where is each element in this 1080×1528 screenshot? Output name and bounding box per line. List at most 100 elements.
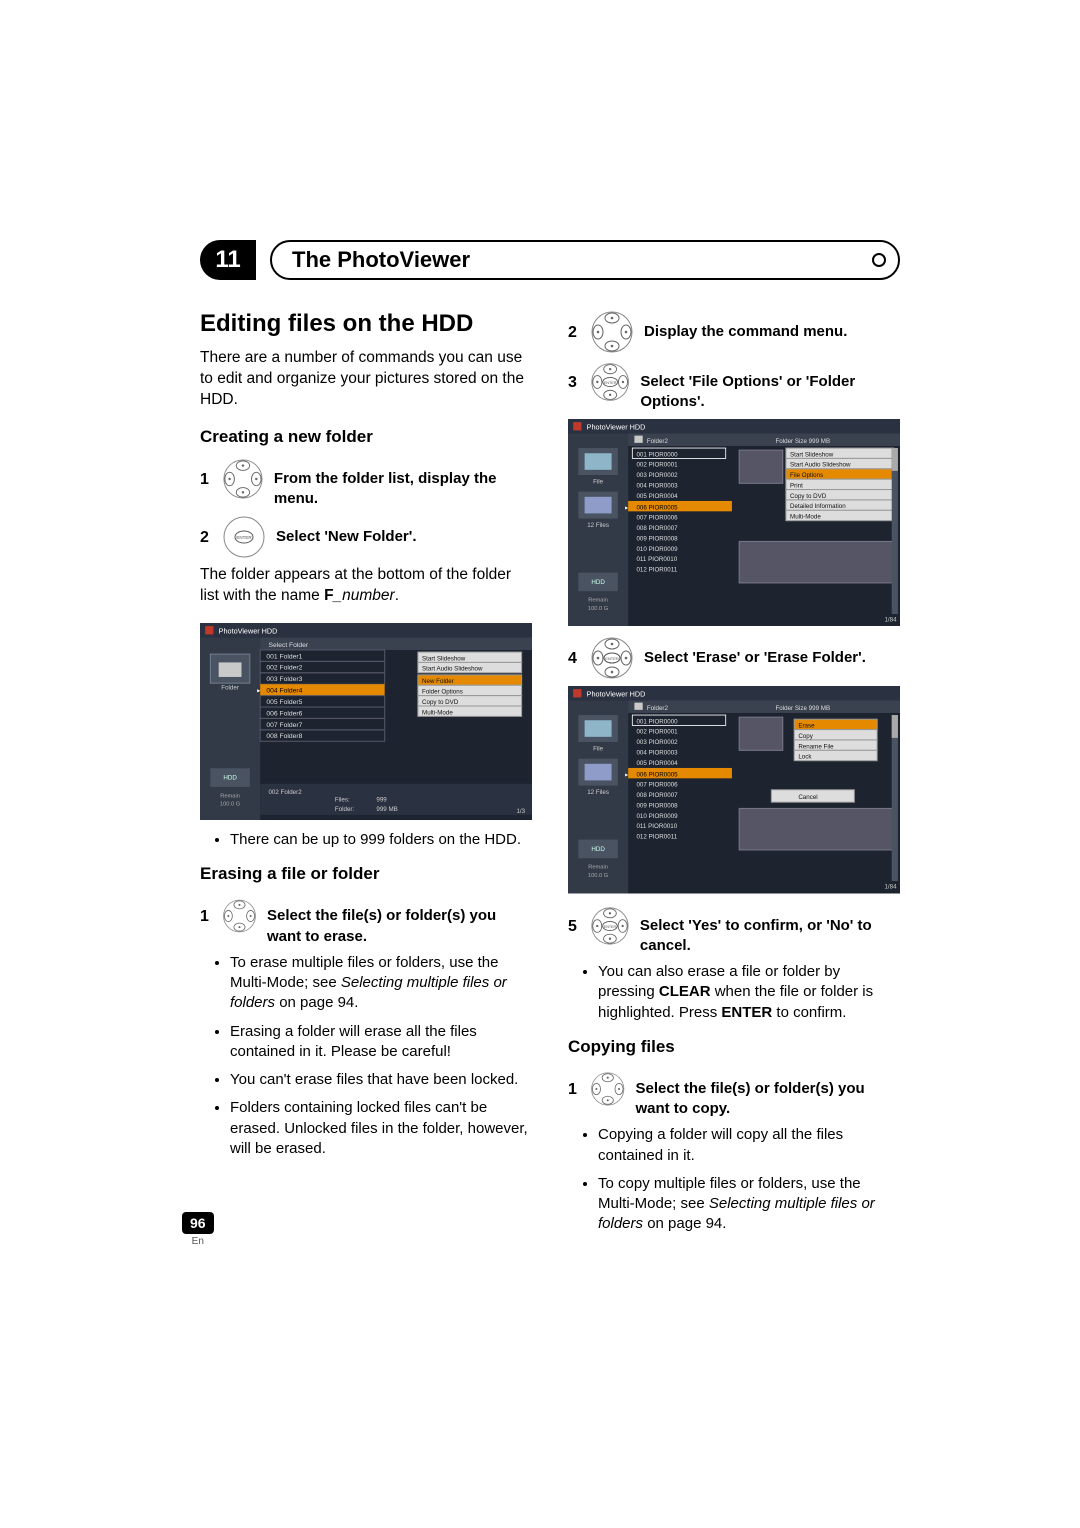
- erase-step-4: 4 ENTER Select 'Erase' or 'Erase Folder'…: [568, 636, 900, 680]
- list-item: Copying a folder will copy all the files…: [598, 1125, 900, 1166]
- svg-text:002 Folder2: 002 Folder2: [268, 789, 302, 796]
- svg-text:File Options: File Options: [790, 472, 823, 479]
- svg-text:005 PIOR0004: 005 PIOR0004: [636, 492, 678, 499]
- list-item: You can also erase a file or folder by p…: [598, 962, 900, 1023]
- step-text: Select 'New Folder'.: [276, 528, 417, 545]
- copy-step-1: 1 Select the file(s) or folder(s) you wa…: [568, 1067, 900, 1120]
- step-text: Select 'Yes' to confirm, or 'No' to canc…: [640, 917, 872, 954]
- svg-text:001 Folder1: 001 Folder1: [266, 653, 302, 660]
- svg-text:011 PIOR0010: 011 PIOR0010: [636, 556, 677, 563]
- svg-text:003 PIOR0002: 003 PIOR0002: [636, 472, 678, 479]
- svg-text:008 PIOR0007: 008 PIOR0007: [636, 525, 678, 532]
- svg-text:Start Slideshow: Start Slideshow: [422, 655, 466, 662]
- list-item: You can't erase files that have been loc…: [230, 1070, 532, 1090]
- svg-text:100.0 G: 100.0 G: [588, 605, 608, 611]
- svg-text:Select Folder: Select Folder: [268, 642, 308, 649]
- svg-text:001 PIOR0000: 001 PIOR0000: [636, 718, 678, 725]
- copying-heading: Copying files: [568, 1037, 900, 1057]
- chapter-number: 11: [200, 240, 256, 280]
- svg-text:999 MB: 999 MB: [376, 806, 397, 813]
- svg-text:Folder Size 999 MB: Folder Size 999 MB: [776, 705, 831, 712]
- svg-text:Rename File: Rename File: [798, 743, 834, 750]
- svg-text:006 PIOR0005: 006 PIOR0005: [636, 504, 678, 511]
- svg-text:Start Audio Slideshow: Start Audio Slideshow: [790, 461, 851, 468]
- erase-confirm-notes: You can also erase a file or folder by p…: [568, 962, 900, 1023]
- right-column: 2 Display the command menu. 3: [568, 304, 900, 1249]
- screenshot-folder-list: PhotoViewer HDD Folder HDD Remain 100.0 …: [200, 623, 532, 820]
- svg-text:▸: ▸: [257, 688, 261, 695]
- dpad-enter-icon: ENTER: [590, 360, 630, 404]
- svg-text:005 PIOR0004: 005 PIOR0004: [636, 760, 678, 767]
- svg-text:PhotoViewer HDD: PhotoViewer HDD: [219, 626, 278, 635]
- section-title: Editing files on the HDD: [200, 310, 532, 338]
- erase-step-5: 5 ENTER Select 'Yes' to confirm, or 'No'…: [568, 904, 900, 957]
- svg-text:Detailed Information: Detailed Information: [790, 503, 846, 510]
- step-number: 1: [200, 457, 212, 489]
- svg-text:012 PIOR0011: 012 PIOR0011: [636, 566, 677, 573]
- svg-text:100.0 G: 100.0 G: [220, 802, 240, 808]
- step-text: From the folder list, display the menu.: [274, 470, 497, 507]
- svg-text:009 PIOR0008: 009 PIOR0008: [636, 535, 678, 542]
- left-column: Editing files on the HDD There are a num…: [200, 304, 532, 1249]
- svg-text:Folder:: Folder:: [335, 806, 355, 813]
- svg-text:1/3: 1/3: [516, 808, 525, 815]
- step-number: 1: [200, 894, 212, 926]
- step-number: 5: [568, 904, 580, 936]
- screenshot-file-options: PhotoViewer HDD File 12 Files HDD Remain…: [568, 419, 900, 627]
- chapter-title: The PhotoViewer: [270, 240, 900, 280]
- erase-notes: To erase multiple files or folders, use …: [200, 953, 532, 1159]
- svg-text:Copy to DVD: Copy to DVD: [422, 699, 459, 706]
- copy-notes: Copying a folder will copy all the files…: [568, 1125, 900, 1234]
- svg-text:Cancel: Cancel: [798, 794, 817, 801]
- step-text: Select the file(s) or folder(s) you want…: [267, 907, 496, 944]
- svg-text:Files:: Files:: [335, 797, 350, 804]
- enter-icon: ENTER: [222, 515, 266, 559]
- svg-text:PhotoViewer HDD: PhotoViewer HDD: [587, 689, 646, 698]
- list-item: There can be up to 999 folders on the HD…: [230, 830, 532, 850]
- step-text: Select 'Erase' or 'Erase Folder'.: [644, 649, 866, 666]
- svg-text:Erase: Erase: [798, 723, 815, 730]
- svg-text:1/84: 1/84: [884, 883, 897, 890]
- svg-text:999: 999: [376, 797, 387, 804]
- dpad-enter-icon: ENTER: [590, 636, 634, 680]
- svg-text:Lock: Lock: [798, 754, 812, 761]
- svg-text:File: File: [593, 478, 604, 485]
- svg-text:PhotoViewer HDD: PhotoViewer HDD: [587, 422, 646, 431]
- step-text: Select 'File Options' or 'Folder Options…: [640, 373, 855, 410]
- svg-text:HDD: HDD: [591, 846, 605, 853]
- svg-text:Folder: Folder: [221, 685, 239, 692]
- svg-text:009 PIOR0008: 009 PIOR0008: [636, 802, 678, 809]
- svg-text:002 PIOR0001: 002 PIOR0001: [636, 729, 678, 736]
- dpad-icon: [222, 894, 257, 938]
- svg-text:Multi-Mode: Multi-Mode: [422, 709, 453, 716]
- svg-text:File: File: [593, 745, 604, 752]
- svg-text:002 PIOR0001: 002 PIOR0001: [636, 461, 678, 468]
- svg-text:ENTER: ENTER: [236, 535, 252, 540]
- svg-text:003 Folder3: 003 Folder3: [266, 676, 302, 683]
- svg-text:004 PIOR0003: 004 PIOR0003: [636, 482, 678, 489]
- list-item: Erasing a folder will erase all the file…: [230, 1022, 532, 1063]
- svg-text:Copy to DVD: Copy to DVD: [790, 492, 827, 499]
- svg-text:Copy: Copy: [798, 733, 813, 740]
- svg-text:Print: Print: [790, 482, 803, 489]
- svg-text:Start Audio Slideshow: Start Audio Slideshow: [422, 666, 483, 673]
- erase-step-1: 1 Select the file(s) or folder(s) you wa…: [200, 894, 532, 947]
- svg-text:Folder2: Folder2: [647, 437, 669, 444]
- svg-text:001 PIOR0000: 001 PIOR0000: [636, 451, 678, 458]
- svg-text:▸: ▸: [625, 504, 628, 511]
- list-item: To copy multiple files or folders, use t…: [598, 1174, 900, 1235]
- step-number: 3: [568, 360, 580, 392]
- step-number: 2: [200, 515, 212, 547]
- svg-text:004 Folder4: 004 Folder4: [266, 688, 302, 695]
- page-language: En: [182, 1236, 214, 1247]
- chapter-header: 11 The PhotoViewer: [200, 240, 900, 280]
- step-text: Select the file(s) or folder(s) you want…: [635, 1080, 864, 1117]
- svg-text:ENTER: ENTER: [605, 656, 619, 661]
- erasing-heading: Erasing a file or folder: [200, 864, 532, 884]
- svg-text:005 Folder5: 005 Folder5: [266, 699, 302, 706]
- svg-text:006 PIOR0005: 006 PIOR0005: [636, 771, 678, 778]
- svg-text:010 PIOR0009: 010 PIOR0009: [636, 545, 678, 552]
- svg-text:HDD: HDD: [591, 578, 605, 585]
- svg-text:Folder Size 999 MB: Folder Size 999 MB: [776, 437, 831, 444]
- step-number: 2: [568, 310, 580, 342]
